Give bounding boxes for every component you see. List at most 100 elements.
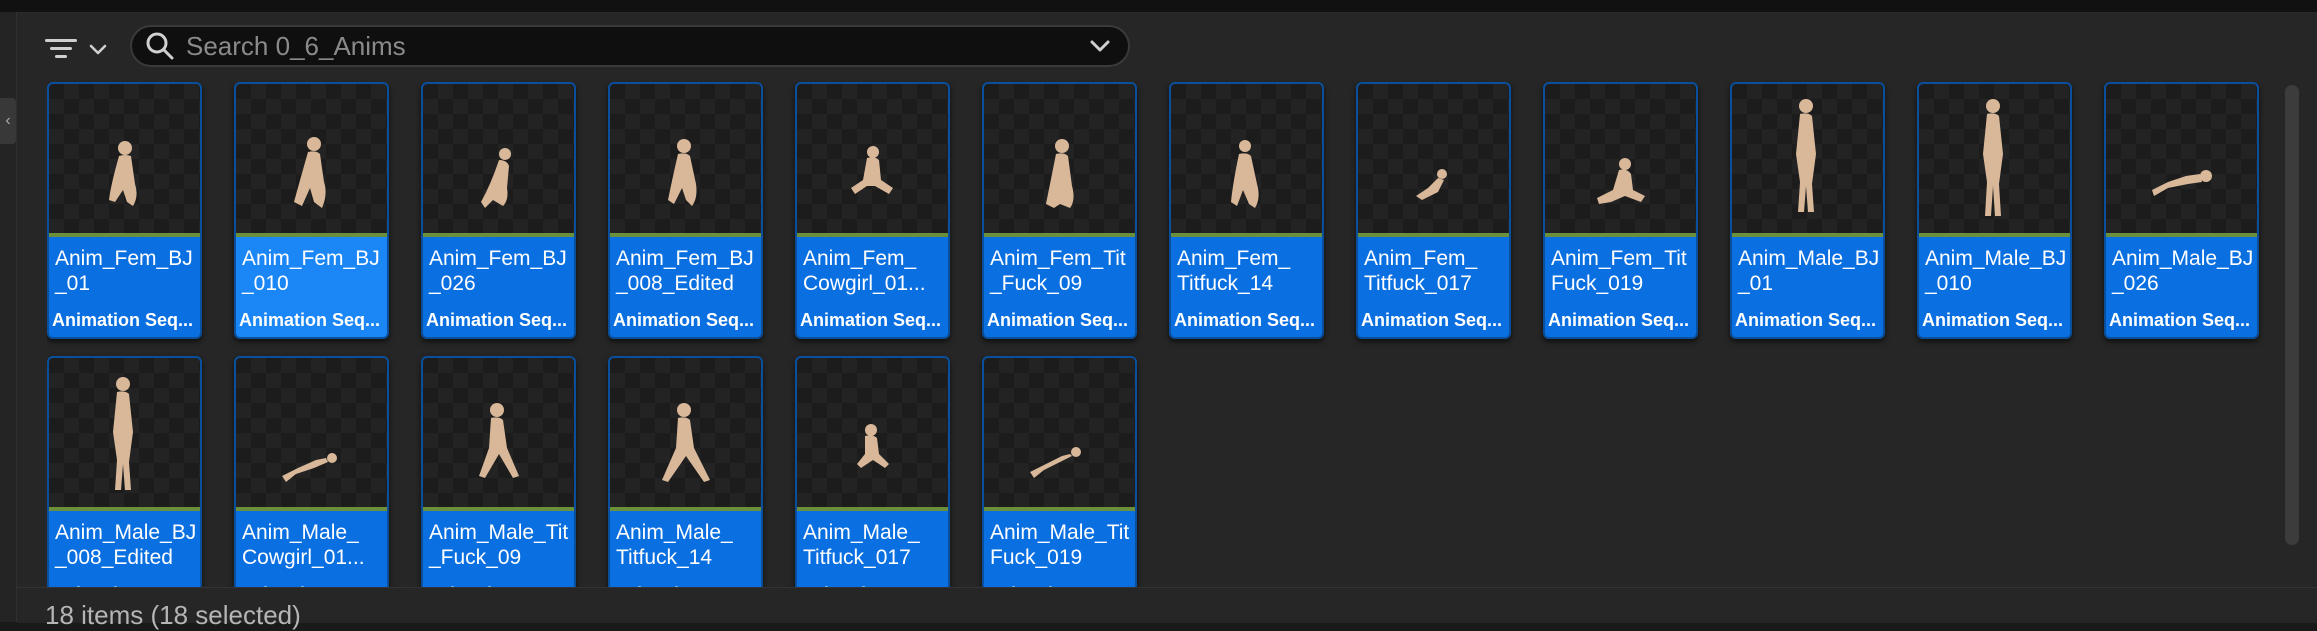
search-icon	[146, 32, 174, 60]
asset-thumbnail	[1545, 84, 1696, 237]
asset-type: Animation Seq...	[1922, 310, 2064, 330]
title-strip	[0, 0, 2317, 13]
asset-thumbnail	[236, 84, 387, 237]
character-figure-icon	[1416, 169, 1447, 200]
asset-tile[interactable]: Anim_Fem_BJ _026 Animation Seq...	[421, 82, 576, 339]
asset-name: Anim_Fem_ Cowgirl_01...	[803, 247, 926, 295]
item-count-status: 18 items (18 selected)	[45, 600, 301, 630]
asset-tile[interactable]: Anim_Male_Tit _Fuck_09Animation Seq...	[421, 356, 576, 587]
character-figure-icon	[2152, 170, 2212, 196]
asset-thumbnail	[2106, 84, 2257, 237]
asset-name: Anim_Fem_BJ _01	[55, 247, 193, 295]
character-figure-icon	[1231, 140, 1259, 208]
asset-name: Anim_Male_ Titfuck_017	[803, 521, 920, 569]
asset-tile[interactable]: Anim_Male_ Titfuck_017Animation Seq...	[795, 356, 950, 587]
asset-thumbnail	[49, 84, 200, 237]
asset-name: Anim_Male_Tit _Fuck_09	[429, 521, 569, 569]
character-figure-icon	[282, 453, 337, 482]
asset-type: Animation Seq...	[1174, 310, 1316, 330]
asset-tile[interactable]: Anim_Male_BJ _010 Animation Seq...	[1917, 82, 2072, 339]
asset-name: Anim_Male_BJ _010	[1925, 247, 2067, 295]
asset-type: Animation Seq...	[1735, 310, 1877, 330]
asset-tile[interactable]: Anim_Male_Tit Fuck_019Animation Seq...	[982, 356, 1137, 587]
asset-name: Anim_Male_ Cowgirl_01...	[242, 521, 365, 569]
asset-tile[interactable]: Anim_Fem_ Titfuck_017 Animation Seq...	[1356, 82, 1511, 339]
asset-tile[interactable]: Anim_Fem_BJ _010 Animation Seq...	[234, 82, 389, 339]
character-figure-icon	[109, 141, 137, 206]
asset-thumbnail	[1171, 84, 1322, 237]
asset-name: Anim_Fem_Tit _Fuck_09	[990, 247, 1126, 295]
asset-type: Animation Seq...	[800, 310, 942, 330]
asset-type: Animation Seq...	[1548, 310, 1690, 330]
vertical-scrollbar[interactable]	[2285, 85, 2299, 545]
asset-name: Anim_Male_BJ _008_Edited	[55, 521, 197, 569]
filter-icon	[45, 39, 77, 58]
asset-thumbnail	[984, 358, 1135, 511]
asset-name: Anim_Male_BJ _01	[1738, 247, 1880, 295]
character-figure-icon	[857, 424, 889, 468]
asset-type: Animation Seq...	[613, 310, 755, 330]
asset-thumbnail	[49, 358, 200, 511]
asset-type: Animation Seq...	[2109, 310, 2251, 330]
status-bar: 18 items (18 selected)	[17, 587, 2317, 630]
asset-tile[interactable]: Anim_Fem_Tit Fuck_019 Animation Seq...	[1543, 82, 1698, 339]
asset-grid: Anim_Fem_BJ _01 Animation Seq... Anim_Fem_…	[47, 82, 2317, 587]
asset-tile[interactable]: Anim_Fem_ Titfuck_14 Animation Seq...	[1169, 82, 1324, 339]
character-figure-icon	[1983, 99, 2003, 216]
asset-thumbnail	[423, 358, 574, 511]
chevron-left-icon: ‹	[5, 112, 11, 129]
left-rail: ‹	[0, 12, 17, 622]
asset-thumbnail	[1732, 84, 1883, 237]
asset-name: Anim_Fem_ Titfuck_14	[1177, 247, 1291, 295]
search-options-chevron-icon[interactable]	[1086, 32, 1114, 60]
character-figure-icon	[294, 137, 326, 208]
asset-name: Anim_Fem_BJ _026	[429, 247, 567, 295]
asset-tile[interactable]: Anim_Fem_ Cowgirl_01... Animation Seq...	[795, 82, 950, 339]
character-figure-icon	[481, 148, 511, 208]
asset-tile[interactable]: Anim_Fem_BJ _01 Animation Seq...	[47, 82, 202, 339]
asset-type: Animation Seq...	[987, 310, 1129, 330]
character-figure-icon	[1030, 447, 1081, 478]
asset-thumbnail	[610, 84, 761, 237]
asset-type: Animation Seq...	[1361, 310, 1503, 330]
asset-thumbnail	[1358, 84, 1509, 237]
asset-tile[interactable]: Anim_Male_ Cowgirl_01...Animation Seq...	[234, 356, 389, 587]
character-figure-icon	[662, 403, 710, 482]
asset-thumbnail	[984, 84, 1135, 237]
collapse-handle[interactable]: ‹	[0, 98, 16, 144]
asset-name: Anim_Male_ Titfuck_14	[616, 521, 733, 569]
asset-thumbnail	[797, 358, 948, 511]
character-figure-icon	[1796, 99, 1816, 212]
asset-name: Anim_Fem_BJ _008_Edited	[616, 247, 754, 295]
search-box[interactable]	[130, 25, 1130, 67]
asset-name: Anim_Fem_BJ _010	[242, 247, 380, 295]
asset-thumbnail	[1919, 84, 2070, 237]
search-input[interactable]	[184, 29, 1086, 63]
asset-tile[interactable]: Anim_Fem_Tit _Fuck_09 Animation Seq...	[982, 82, 1137, 339]
character-figure-icon	[668, 139, 697, 206]
asset-tile[interactable]: Anim_Male_BJ _01 Animation Seq...	[1730, 82, 1885, 339]
asset-type: Animation Seq...	[52, 310, 194, 330]
toolbar	[17, 13, 2317, 77]
asset-thumbnail	[797, 84, 948, 237]
asset-tile[interactable]: Anim_Male_BJ _026 Animation Seq...	[2104, 82, 2259, 339]
asset-type: Animation Seq...	[426, 310, 568, 330]
asset-thumbnail	[423, 84, 574, 237]
character-figure-icon	[1597, 158, 1645, 204]
character-figure-icon	[479, 403, 519, 478]
character-figure-icon	[1046, 139, 1074, 208]
asset-tile[interactable]: Anim_Fem_BJ _008_Edited Animation Seq...	[608, 82, 763, 339]
asset-name: Anim_Fem_ Titfuck_017	[1364, 247, 1478, 295]
asset-name: Anim_Fem_Tit Fuck_019	[1551, 247, 1687, 295]
asset-type: Animation Seq...	[239, 310, 381, 330]
content-browser-panel: Anim_Fem_BJ _01Animation Seq...Anim_Fem_…	[17, 13, 2317, 630]
character-figure-icon	[851, 146, 893, 194]
character-figure-icon	[113, 377, 133, 490]
asset-thumbnail	[610, 358, 761, 511]
scrollbar-thumb[interactable]	[2285, 85, 2299, 545]
asset-tile[interactable]: Anim_Male_ Titfuck_14Animation Seq...	[608, 356, 763, 587]
asset-tile[interactable]: Anim_Male_BJ _008_EditedAnimation Seq...	[47, 356, 202, 587]
filter-button[interactable]	[43, 29, 129, 69]
asset-name: Anim_Male_Tit Fuck_019	[990, 521, 1130, 569]
chevron-down-icon	[89, 44, 107, 55]
